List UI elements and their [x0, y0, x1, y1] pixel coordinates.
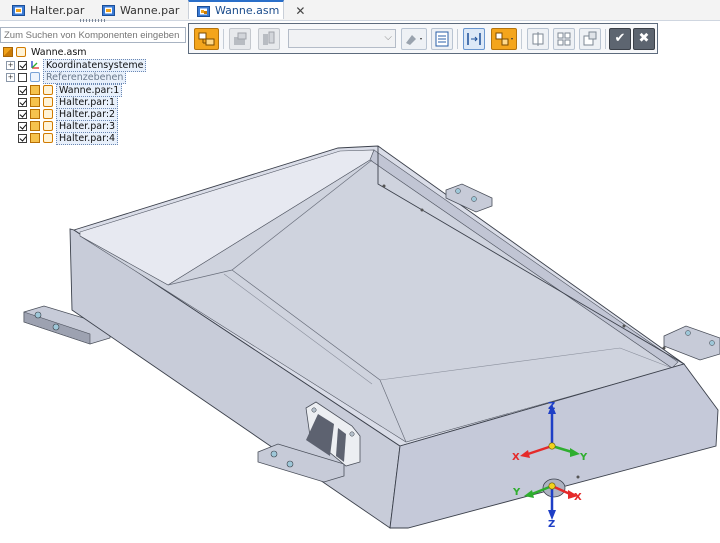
- list-icon: [435, 31, 449, 47]
- offset-type-button[interactable]: [401, 28, 427, 50]
- part-file-icon: [102, 4, 116, 16]
- pattern-button[interactable]: [553, 28, 575, 50]
- chevron-down-icon: ⌵: [384, 32, 392, 43]
- align-icon: [467, 33, 481, 45]
- select-step-button[interactable]: [194, 28, 219, 50]
- axis-label-x-top: X: [512, 452, 520, 463]
- tab-wanne-asm[interactable]: Wanne.asm ✕: [188, 0, 305, 19]
- tab-label: Wanne.asm: [215, 4, 280, 17]
- construction-display-icon: [495, 32, 513, 46]
- 3d-viewport[interactable]: Z X Y Z X Y: [0, 54, 720, 539]
- tab-close-icon[interactable]: ✕: [295, 4, 305, 18]
- relationship-icon: [234, 32, 247, 45]
- relationship-button[interactable]: [229, 28, 251, 50]
- tab-wanne-par[interactable]: Wanne.par: [102, 0, 179, 20]
- axis-label-z-bottom: Z: [548, 519, 556, 530]
- axis-label-z-top: Z: [548, 401, 556, 412]
- list-button[interactable]: [431, 28, 453, 50]
- assembly-step-icon: [198, 32, 215, 46]
- document-tab-bar: Halter.par Wanne.par Wanne.asm ✕: [0, 0, 720, 21]
- axis-label-y-top: Y: [580, 452, 588, 463]
- tab-bar-grip[interactable]: [80, 19, 106, 22]
- construction-display-button[interactable]: [491, 28, 517, 50]
- tray-assembly-model: [23, 145, 720, 529]
- capture-button[interactable]: [579, 28, 601, 50]
- part-file-icon: [12, 4, 26, 16]
- bracket-halter-3: [663, 325, 720, 361]
- fix-icon: [532, 32, 544, 46]
- offset-icon: [406, 35, 422, 45]
- accept-button[interactable]: ✔: [609, 28, 631, 50]
- mate-icon: [263, 31, 275, 45]
- axis-label-x-bottom: X: [574, 492, 582, 503]
- command-toolbar: ⌵ ✔ ✖: [188, 23, 658, 54]
- tab-label: Halter.par: [30, 3, 85, 17]
- relationship-type-combo[interactable]: ⌵: [288, 29, 396, 48]
- tab-label: Wanne.par: [120, 3, 180, 17]
- assembly-file-icon: [197, 5, 211, 17]
- cancel-button[interactable]: ✖: [633, 28, 655, 50]
- tab-halter-par[interactable]: Halter.par: [12, 0, 84, 20]
- component-search-input[interactable]: [0, 27, 186, 43]
- fix-button[interactable]: [527, 28, 549, 50]
- axis-label-y-bottom: Y: [513, 487, 521, 498]
- align-button[interactable]: [463, 28, 485, 50]
- mate-button[interactable]: [258, 28, 280, 50]
- pattern-icon: [557, 32, 571, 46]
- capture-icon: [583, 31, 597, 46]
